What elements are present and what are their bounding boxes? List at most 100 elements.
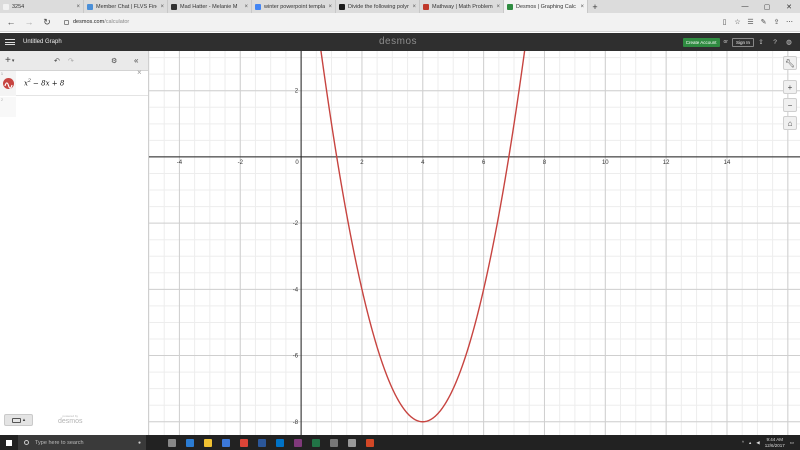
browser-tab[interactable]: Mad Hatter - Melanie M × <box>168 0 252 13</box>
store-icon[interactable] <box>222 438 230 447</box>
microphone-icon[interactable]: ● <box>138 440 141 446</box>
curve-visibility-icon[interactable] <box>3 78 14 89</box>
chrome-icon[interactable] <box>240 438 248 447</box>
url-path: /calculator <box>104 19 130 25</box>
clock[interactable]: 9:44 AM 12/6/2017 <box>765 437 785 448</box>
maximize-icon[interactable]: ▢ <box>756 3 778 11</box>
forward-icon[interactable]: → <box>22 17 36 27</box>
create-account-button[interactable]: Create Account <box>682 37 720 47</box>
add-caret-icon[interactable]: ▾ <box>12 58 15 64</box>
add-item-icon[interactable]: + <box>5 55 11 66</box>
more-icon[interactable]: ⋯ <box>783 18 796 26</box>
back-icon[interactable]: ← <box>4 17 18 27</box>
language-globe-icon[interactable]: ◍ <box>782 38 796 46</box>
browser-tab[interactable]: Divide the following polyno × <box>336 0 420 13</box>
undo-icon[interactable]: ↶ <box>54 57 60 65</box>
close-tab-icon[interactable]: × <box>160 4 164 10</box>
close-window-icon[interactable]: ✕ <box>778 3 800 11</box>
flvs-icon <box>87 3 93 10</box>
onenote-icon[interactable] <box>294 438 302 447</box>
windows-logo-icon <box>6 439 12 446</box>
redo-icon[interactable]: ↷ <box>68 57 74 65</box>
browser-tab[interactable]: Desmos | Graphing Calc × <box>504 0 588 13</box>
browser-tab-label: winter powerpoint templat <box>264 3 326 10</box>
close-tab-icon[interactable]: × <box>412 4 416 10</box>
new-tab-icon[interactable]: + <box>588 0 602 13</box>
desmos-logo: desmos <box>379 36 418 47</box>
google-icon <box>255 3 261 10</box>
browser-tab-label: Mathway | Math Problem So <box>432 3 493 10</box>
minimize-icon[interactable]: — <box>734 3 756 10</box>
expression-toolbar: + ▾ ↶ ↷ ⚙ « <box>0 51 148 71</box>
refresh-icon[interactable]: ↻ <box>40 17 54 28</box>
share-icon[interactable]: ⇪ <box>770 18 783 26</box>
favorites-hub-icon[interactable]: ☰ <box>744 18 757 26</box>
word-icon[interactable] <box>258 438 266 447</box>
expression-row[interactable]: 1 x2 − 8x + 8 × <box>0 68 148 96</box>
x-tick-label: 12 <box>663 160 670 166</box>
powered-by-brand: desmos <box>58 418 83 425</box>
photos-icon[interactable] <box>348 438 356 447</box>
y-tick-label: -6 <box>293 354 299 360</box>
reading-view-icon[interactable]: ▯ <box>718 18 731 26</box>
x-tick-label: 2 <box>360 160 364 166</box>
desmos-icon <box>507 3 513 10</box>
collapse-panel-icon[interactable]: « <box>134 56 138 65</box>
graph-settings-wrench-icon[interactable]: 🔧︎ <box>783 56 797 70</box>
calendar-icon[interactable] <box>330 438 338 447</box>
or-label: or <box>723 39 728 45</box>
close-tab-icon[interactable]: × <box>328 4 332 10</box>
close-tab-icon[interactable]: × <box>76 4 80 10</box>
x-tick-label: 4 <box>421 160 425 166</box>
graph-controls: 🔧︎ + − ⌂ <box>783 56 797 130</box>
address-bar: ← → ↻ desmos.com/calculator ▯ ☆ ☰ ✎ ⇪ ⋯ <box>0 13 800 32</box>
taskbar-search[interactable]: Type here to search ● <box>18 435 146 450</box>
task-view-icon[interactable] <box>168 438 176 447</box>
outlook-icon[interactable] <box>276 438 284 447</box>
file-explorer-icon[interactable] <box>204 438 212 447</box>
sign-in-button[interactable]: Sign In <box>731 37 754 47</box>
new-expression-index[interactable]: 2 <box>0 97 16 117</box>
browser-tab-label: Divide the following polyno <box>348 3 410 10</box>
browser-tab[interactable]: Mathway | Math Problem So× <box>420 0 504 13</box>
browser-tab[interactable]: Member Chat | FLVS Fine Ar× <box>84 0 168 13</box>
home-icon[interactable]: ⌂ <box>783 116 797 130</box>
url-field[interactable]: desmos.com/calculator <box>64 19 129 25</box>
expr-rest: − 8x + 8 <box>30 79 65 88</box>
x-tick-label: -2 <box>238 160 244 166</box>
browser-tab[interactable]: 3254 × <box>0 0 84 13</box>
close-tab-icon[interactable]: × <box>496 4 500 10</box>
edge-icon[interactable] <box>186 438 194 447</box>
start-button[interactable] <box>0 439 18 446</box>
browser-tab[interactable]: winter powerpoint templat × <box>252 0 336 13</box>
taskbar-search-placeholder: Type here to search <box>35 439 84 446</box>
web-note-icon[interactable]: ✎ <box>757 18 770 26</box>
excel-icon[interactable] <box>312 438 320 447</box>
mathway-icon <box>423 3 429 10</box>
zoom-in-icon[interactable]: + <box>783 80 797 94</box>
volume-icon[interactable]: ◀ <box>756 440 759 446</box>
help-icon[interactable]: ? <box>768 39 782 46</box>
expression-panel: + ▾ ↶ ↷ ⚙ « 1 x2 − 8x + 8 × 2 ▴ powered b… <box>0 51 149 435</box>
notifications-icon[interactable]: ▭ <box>790 440 794 446</box>
expression-text[interactable]: x2 − 8x + 8 <box>24 79 64 87</box>
x-tick-label: 6 <box>482 160 486 166</box>
graph-title[interactable]: Untitled Graph <box>23 39 62 45</box>
tray-chevron-icon[interactable]: ^ <box>742 440 744 445</box>
favorite-star-icon[interactable]: ☆ <box>731 18 744 26</box>
lock-icon <box>64 19 69 25</box>
close-tab-icon[interactable]: × <box>244 4 248 10</box>
close-tab-icon[interactable]: × <box>580 4 584 10</box>
network-icon[interactable]: ▴ <box>749 440 751 446</box>
menu-icon[interactable] <box>5 39 15 45</box>
share-graph-icon[interactable]: ⇪ <box>754 38 768 46</box>
graph-paper[interactable]: -4 -2 0 2 4 6 8 10 12 14 -8 -6 -4 -2 2 🔧︎ + − ⌂ <box>149 51 800 435</box>
system-tray: ^ ▴ ◀ 9:44 AM 12/6/2017 ▭ <box>742 437 794 448</box>
graph-svg: -4 -2 0 2 4 6 8 10 12 14 -8 -6 -4 -2 2 <box>149 51 800 435</box>
delete-expression-icon[interactable]: × <box>137 68 142 77</box>
keypad-toggle-button[interactable]: ▴ <box>4 414 33 426</box>
gear-icon[interactable]: ⚙ <box>111 57 117 65</box>
search-icon <box>24 440 29 445</box>
powerpoint-icon[interactable] <box>366 438 374 447</box>
zoom-out-icon[interactable]: − <box>783 98 797 112</box>
